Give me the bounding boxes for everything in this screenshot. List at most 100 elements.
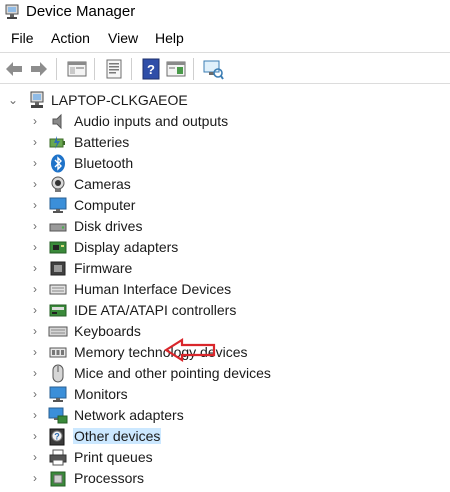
menu-bar: File Action View Help (0, 28, 450, 50)
chevron-right-icon[interactable]: › (33, 197, 37, 213)
unknown-device-icon: ? (49, 428, 65, 446)
forward-icon[interactable] (28, 58, 50, 80)
toolbar-separator (56, 58, 57, 80)
tree-item-label: Disk drives (74, 218, 143, 234)
tree-item-label: Bluetooth (74, 155, 134, 171)
toolbar-separator (131, 58, 132, 80)
chevron-right-icon[interactable]: › (33, 365, 37, 381)
monitor-icon (49, 386, 67, 402)
toolbar-separator (193, 58, 194, 80)
tree-item-ide-ata-atapi-controllers[interactable]: › IDE ATA/ATAPI controllers (0, 300, 450, 321)
svg-text:?: ? (147, 62, 155, 77)
tree-item-label: IDE ATA/ATAPI controllers (74, 302, 237, 318)
ide-controller-icon (49, 304, 67, 317)
tree-item-label: Human Interface Devices (74, 281, 232, 297)
chevron-right-icon[interactable]: › (33, 407, 37, 423)
chevron-right-icon[interactable]: › (33, 176, 37, 192)
chevron-right-icon[interactable]: › (33, 281, 37, 297)
scan-for-hardware-changes-icon[interactable] (202, 58, 224, 80)
printer-icon (49, 449, 67, 466)
tree-item-processors[interactable]: › Processors (0, 468, 450, 489)
battery-icon (49, 136, 65, 149)
chevron-right-icon[interactable]: › (33, 470, 37, 486)
tree-item-monitors[interactable]: › Monitors (0, 384, 450, 405)
computer-root-icon (30, 91, 44, 108)
chevron-right-icon[interactable]: › (33, 344, 37, 360)
tree-item-label: Keyboards (74, 323, 141, 339)
bluetooth-icon (51, 154, 65, 173)
chevron-right-icon[interactable]: › (33, 449, 37, 465)
camera-icon (51, 176, 65, 192)
chevron-right-icon[interactable]: › (33, 260, 37, 276)
chevron-right-icon[interactable]: › (33, 428, 37, 444)
display-adapter-icon (49, 241, 67, 254)
menu-help[interactable]: Help (155, 30, 184, 46)
keyboard-icon (48, 326, 68, 337)
tree-item-label: Other devices (73, 428, 162, 444)
help-icon[interactable]: ? (140, 58, 162, 80)
device-tree: ⌄ LAPTOP-CLKGAEOE › Audio inputs and outp… (0, 86, 450, 492)
chevron-right-icon[interactable]: › (33, 386, 37, 402)
tree-item-keyboards[interactable]: › Keyboards (0, 321, 450, 342)
tree-item-bluetooth[interactable]: › Bluetooth (0, 153, 450, 174)
show-hide-action-pane-icon[interactable] (165, 58, 187, 80)
chevron-right-icon[interactable]: › (33, 134, 37, 150)
back-icon[interactable] (3, 58, 25, 80)
memory-icon (49, 347, 67, 358)
svg-text:?: ? (54, 432, 60, 442)
tree-item-disk-drives[interactable]: › Disk drives (0, 216, 450, 237)
tree-item-label: Print queues (74, 449, 153, 465)
chevron-right-icon[interactable]: › (33, 218, 37, 234)
tree-item-label: Monitors (74, 386, 128, 402)
tree-item-other-devices[interactable]: ›? Other devices (0, 426, 450, 447)
tree-item-audio-inputs-and-outputs[interactable]: › Audio inputs and outputs (0, 111, 450, 132)
disk-drive-icon (49, 223, 67, 232)
chevron-right-icon[interactable]: › (33, 113, 37, 129)
tree-item-firmware[interactable]: › Firmware (0, 258, 450, 279)
chevron-right-icon[interactable]: › (33, 323, 37, 339)
annotation-arrow-icon (164, 338, 216, 362)
tree-root-computer[interactable]: ⌄ LAPTOP-CLKGAEOE (0, 90, 450, 111)
tree-item-label: Cameras (74, 176, 131, 192)
tree-item-batteries[interactable]: › Batteries (0, 132, 450, 153)
tree-item-memory-technology-devices[interactable]: › Memory technology devices (0, 342, 450, 363)
device-manager-app-icon (5, 4, 19, 19)
tree-item-cameras[interactable]: › Cameras (0, 174, 450, 195)
tree-item-label: Processors (74, 470, 145, 486)
tree-item-label: Mice and other pointing devices (74, 365, 271, 381)
menu-file[interactable]: File (11, 30, 34, 46)
show-hide-console-tree-icon[interactable] (66, 58, 88, 80)
computer-icon (49, 197, 67, 213)
menu-view[interactable]: View (108, 30, 138, 46)
tree-item-label: Audio inputs and outputs (74, 113, 229, 129)
tree-item-network-adapters[interactable]: › Network adapters (0, 405, 450, 426)
tree-item-display-adapters[interactable]: › Display adapters (0, 237, 450, 258)
tree-item-mice-and-other-pointing-devices[interactable]: › Mice and other pointing devices (0, 363, 450, 384)
chevron-down-icon[interactable]: ⌄ (8, 92, 18, 108)
toolbar: ? (0, 52, 450, 84)
tree-item-computer[interactable]: › Computer (0, 195, 450, 216)
hid-icon (49, 284, 67, 295)
tree-item-label: Display adapters (74, 239, 179, 255)
tree-item-print-queues[interactable]: › Print queues (0, 447, 450, 468)
tree-root-label: LAPTOP-CLKGAEOE (51, 92, 188, 108)
title-bar: Device Manager (0, 0, 450, 26)
chevron-right-icon[interactable]: › (33, 302, 37, 318)
menu-action[interactable]: Action (51, 30, 90, 46)
firmware-icon (50, 261, 66, 276)
processor-icon (50, 471, 66, 487)
tree-item-human-interface-devices[interactable]: › Human Interface Devices (0, 279, 450, 300)
speaker-icon (52, 113, 62, 130)
tree-item-label: Firmware (74, 260, 133, 276)
tree-item-label: Batteries (74, 134, 130, 150)
network-adapter-icon (48, 407, 68, 424)
tree-item-label: Network adapters (74, 407, 184, 423)
tree-item-label: Memory technology devices (74, 344, 248, 360)
toolbar-separator (94, 58, 95, 80)
properties-icon[interactable] (103, 58, 125, 80)
tree-item-label: Computer (74, 197, 136, 213)
chevron-right-icon[interactable]: › (33, 155, 37, 171)
mouse-icon (52, 364, 64, 383)
chevron-right-icon[interactable]: › (33, 239, 37, 255)
window-title: Device Manager (26, 3, 136, 20)
